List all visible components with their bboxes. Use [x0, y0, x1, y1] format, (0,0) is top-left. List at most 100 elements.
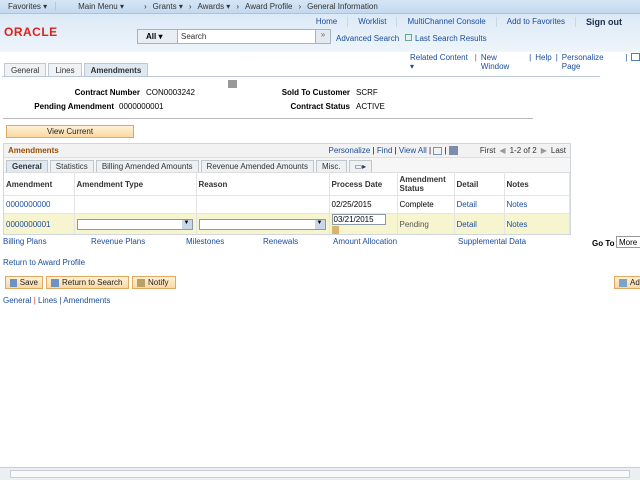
save-icon	[10, 278, 17, 287]
grid-personalize-link[interactable]: Personalize	[328, 146, 370, 155]
footer-lines-link[interactable]: Lines	[38, 296, 57, 305]
grid-tab-billing-amended[interactable]: Billing Amended Amounts	[95, 160, 199, 172]
divider	[3, 118, 533, 119]
footer-general-link[interactable]: General	[3, 296, 31, 305]
page-settings-icon[interactable]	[631, 53, 640, 61]
last-search-results-link[interactable]: Last Search Results	[415, 34, 487, 43]
grid-tab-statistics[interactable]: Statistics	[49, 160, 94, 172]
search-input[interactable]: Search	[178, 30, 330, 43]
pending-amendment-label: Pending Amendment	[34, 102, 114, 111]
save-button[interactable]: Save	[5, 276, 43, 289]
home-link[interactable]: Home	[306, 17, 347, 27]
grid-tab-revenue-amended[interactable]: Revenue Amended Amounts	[200, 160, 314, 172]
download-excel-icon[interactable]	[448, 146, 458, 155]
multichannel-link[interactable]: MultiChannel Console	[396, 17, 495, 27]
add-button[interactable]: Add	[614, 276, 640, 289]
tab-amendments[interactable]: Amendments	[83, 63, 149, 77]
previous-arrow-icon[interactable]: ◀	[499, 146, 505, 155]
amendment-id[interactable]: 0000000000	[4, 195, 75, 214]
amendment-type-select[interactable]: ▼	[76, 218, 193, 230]
add-icon	[619, 278, 627, 287]
new-window-link[interactable]: New Window	[481, 53, 525, 71]
col-amendment: Amendment	[4, 172, 75, 196]
grid-find-link[interactable]: Find	[377, 146, 393, 155]
reason-select[interactable]: ▼	[198, 218, 326, 230]
sign-out-link[interactable]: Sign out	[575, 17, 632, 27]
breadcrumb-grants[interactable]: Grants ▾	[153, 2, 183, 11]
search-go-button[interactable]: »	[315, 29, 331, 44]
process-date-input[interactable]: 03/21/2015	[331, 214, 386, 225]
amendment-type	[74, 195, 197, 214]
add-favorites-link[interactable]: Add to Favorites	[495, 17, 575, 27]
col-process-date: Process Date	[329, 172, 398, 196]
grid-tab-misc[interactable]: Misc.	[315, 160, 347, 172]
grid-view-all-link[interactable]: View All	[399, 146, 427, 155]
reason	[196, 195, 330, 214]
return-search-icon	[51, 278, 59, 287]
return-to-award-profile-link[interactable]: Return to Award Profile	[3, 258, 85, 267]
main-menu[interactable]: Main Menu ▾	[78, 2, 124, 11]
grid-tabs: General Statistics Billing Amended Amoun…	[4, 158, 570, 172]
chevron-down-icon: ▼	[314, 219, 325, 229]
amendment-id: 0000000001	[4, 213, 75, 234]
breadcrumb-award-profile[interactable]: Award Profile	[245, 2, 292, 11]
col-reason: Reason	[196, 172, 330, 196]
print-icon[interactable]	[228, 80, 237, 88]
col-amendment-status: Amendment Status	[397, 172, 455, 196]
detail-link[interactable]: Detail	[454, 195, 505, 214]
renewals-link[interactable]: Renewals	[263, 237, 298, 246]
footer-links: General | Lines | Amendments	[3, 296, 111, 305]
grid-tab-general[interactable]: General	[6, 160, 48, 172]
table-row: 0000000000 02/25/2015 Complete Detail No…	[4, 195, 570, 214]
nav-bar: Favorites ▾ Main Menu ▾ › Grants ▾ › Award…	[0, 0, 640, 14]
tab-general[interactable]: General	[4, 63, 47, 77]
related-content-menu[interactable]: Related Content ▾	[410, 53, 471, 71]
contract-status-label: Contract Status	[290, 102, 350, 111]
amount-allocation-link[interactable]: Amount Allocation	[333, 237, 397, 246]
contract-number-label: Contract Number	[74, 88, 140, 97]
breadcrumb-general-information: General Information	[307, 2, 378, 11]
zoom-grid-icon[interactable]	[433, 146, 443, 155]
last-search-icon	[405, 34, 412, 41]
last-link[interactable]: Last	[551, 146, 566, 155]
show-all-columns-icon[interactable]: ▭▸	[348, 160, 373, 172]
pending-amendment-value: 0000000001	[119, 102, 164, 111]
tab-lines[interactable]: Lines	[48, 63, 82, 77]
goto-label: Go To	[592, 239, 615, 248]
breadcrumb-awards[interactable]: Awards ▾	[198, 2, 231, 11]
next-arrow-icon[interactable]: ▶	[541, 146, 547, 155]
supplemental-data-link[interactable]: Supplemental Data	[458, 237, 526, 246]
scrollbar-thumb[interactable]	[10, 470, 630, 478]
favorites-menu[interactable]: Favorites ▾	[0, 2, 57, 11]
help-link[interactable]: Help	[535, 53, 551, 71]
calendar-icon[interactable]	[331, 225, 339, 234]
search-bar: All ▾ Search	[137, 29, 331, 44]
notes-link[interactable]: Notes	[504, 213, 570, 234]
chevron-down-icon: ▼	[181, 219, 192, 229]
view-current-button[interactable]: View Current	[6, 125, 134, 138]
detail-link[interactable]: Detail	[454, 213, 505, 234]
header-links: Home Worklist MultiChannel Console Add t…	[306, 17, 632, 27]
row-range: 1-2 of 2	[509, 146, 537, 155]
billing-plans-link[interactable]: Billing Plans	[3, 237, 47, 246]
worklist-link[interactable]: Worklist	[347, 17, 396, 27]
revenue-plans-link[interactable]: Revenue Plans	[91, 237, 145, 246]
notes-link[interactable]: Notes	[504, 195, 570, 214]
col-detail: Detail	[454, 172, 505, 196]
amendment-status: Complete	[397, 195, 455, 214]
notify-button[interactable]: Notify	[132, 276, 176, 289]
horizontal-scrollbar[interactable]	[0, 467, 640, 480]
first-link[interactable]: First	[480, 146, 496, 155]
personalize-page-link[interactable]: Personalize Page	[562, 53, 622, 71]
advanced-search-link[interactable]: Advanced Search	[336, 34, 399, 43]
grid-title: Amendments	[8, 146, 59, 155]
table-row: 0000000001 ▼ ▼ 03/21/2015 Pending Detail…	[4, 213, 570, 234]
col-amendment-type: Amendment Type	[74, 172, 197, 196]
goto-select[interactable]: More	[616, 236, 640, 248]
search-scope-select[interactable]: All ▾	[138, 30, 178, 43]
amendment-status: Pending	[397, 213, 455, 234]
return-to-search-button[interactable]: Return to Search	[46, 276, 129, 289]
footer-amendments-link[interactable]: Amendments	[63, 296, 110, 305]
amendments-grid: Amendments Personalize | Find | View All…	[3, 143, 571, 235]
milestones-link[interactable]: Milestones	[186, 237, 224, 246]
